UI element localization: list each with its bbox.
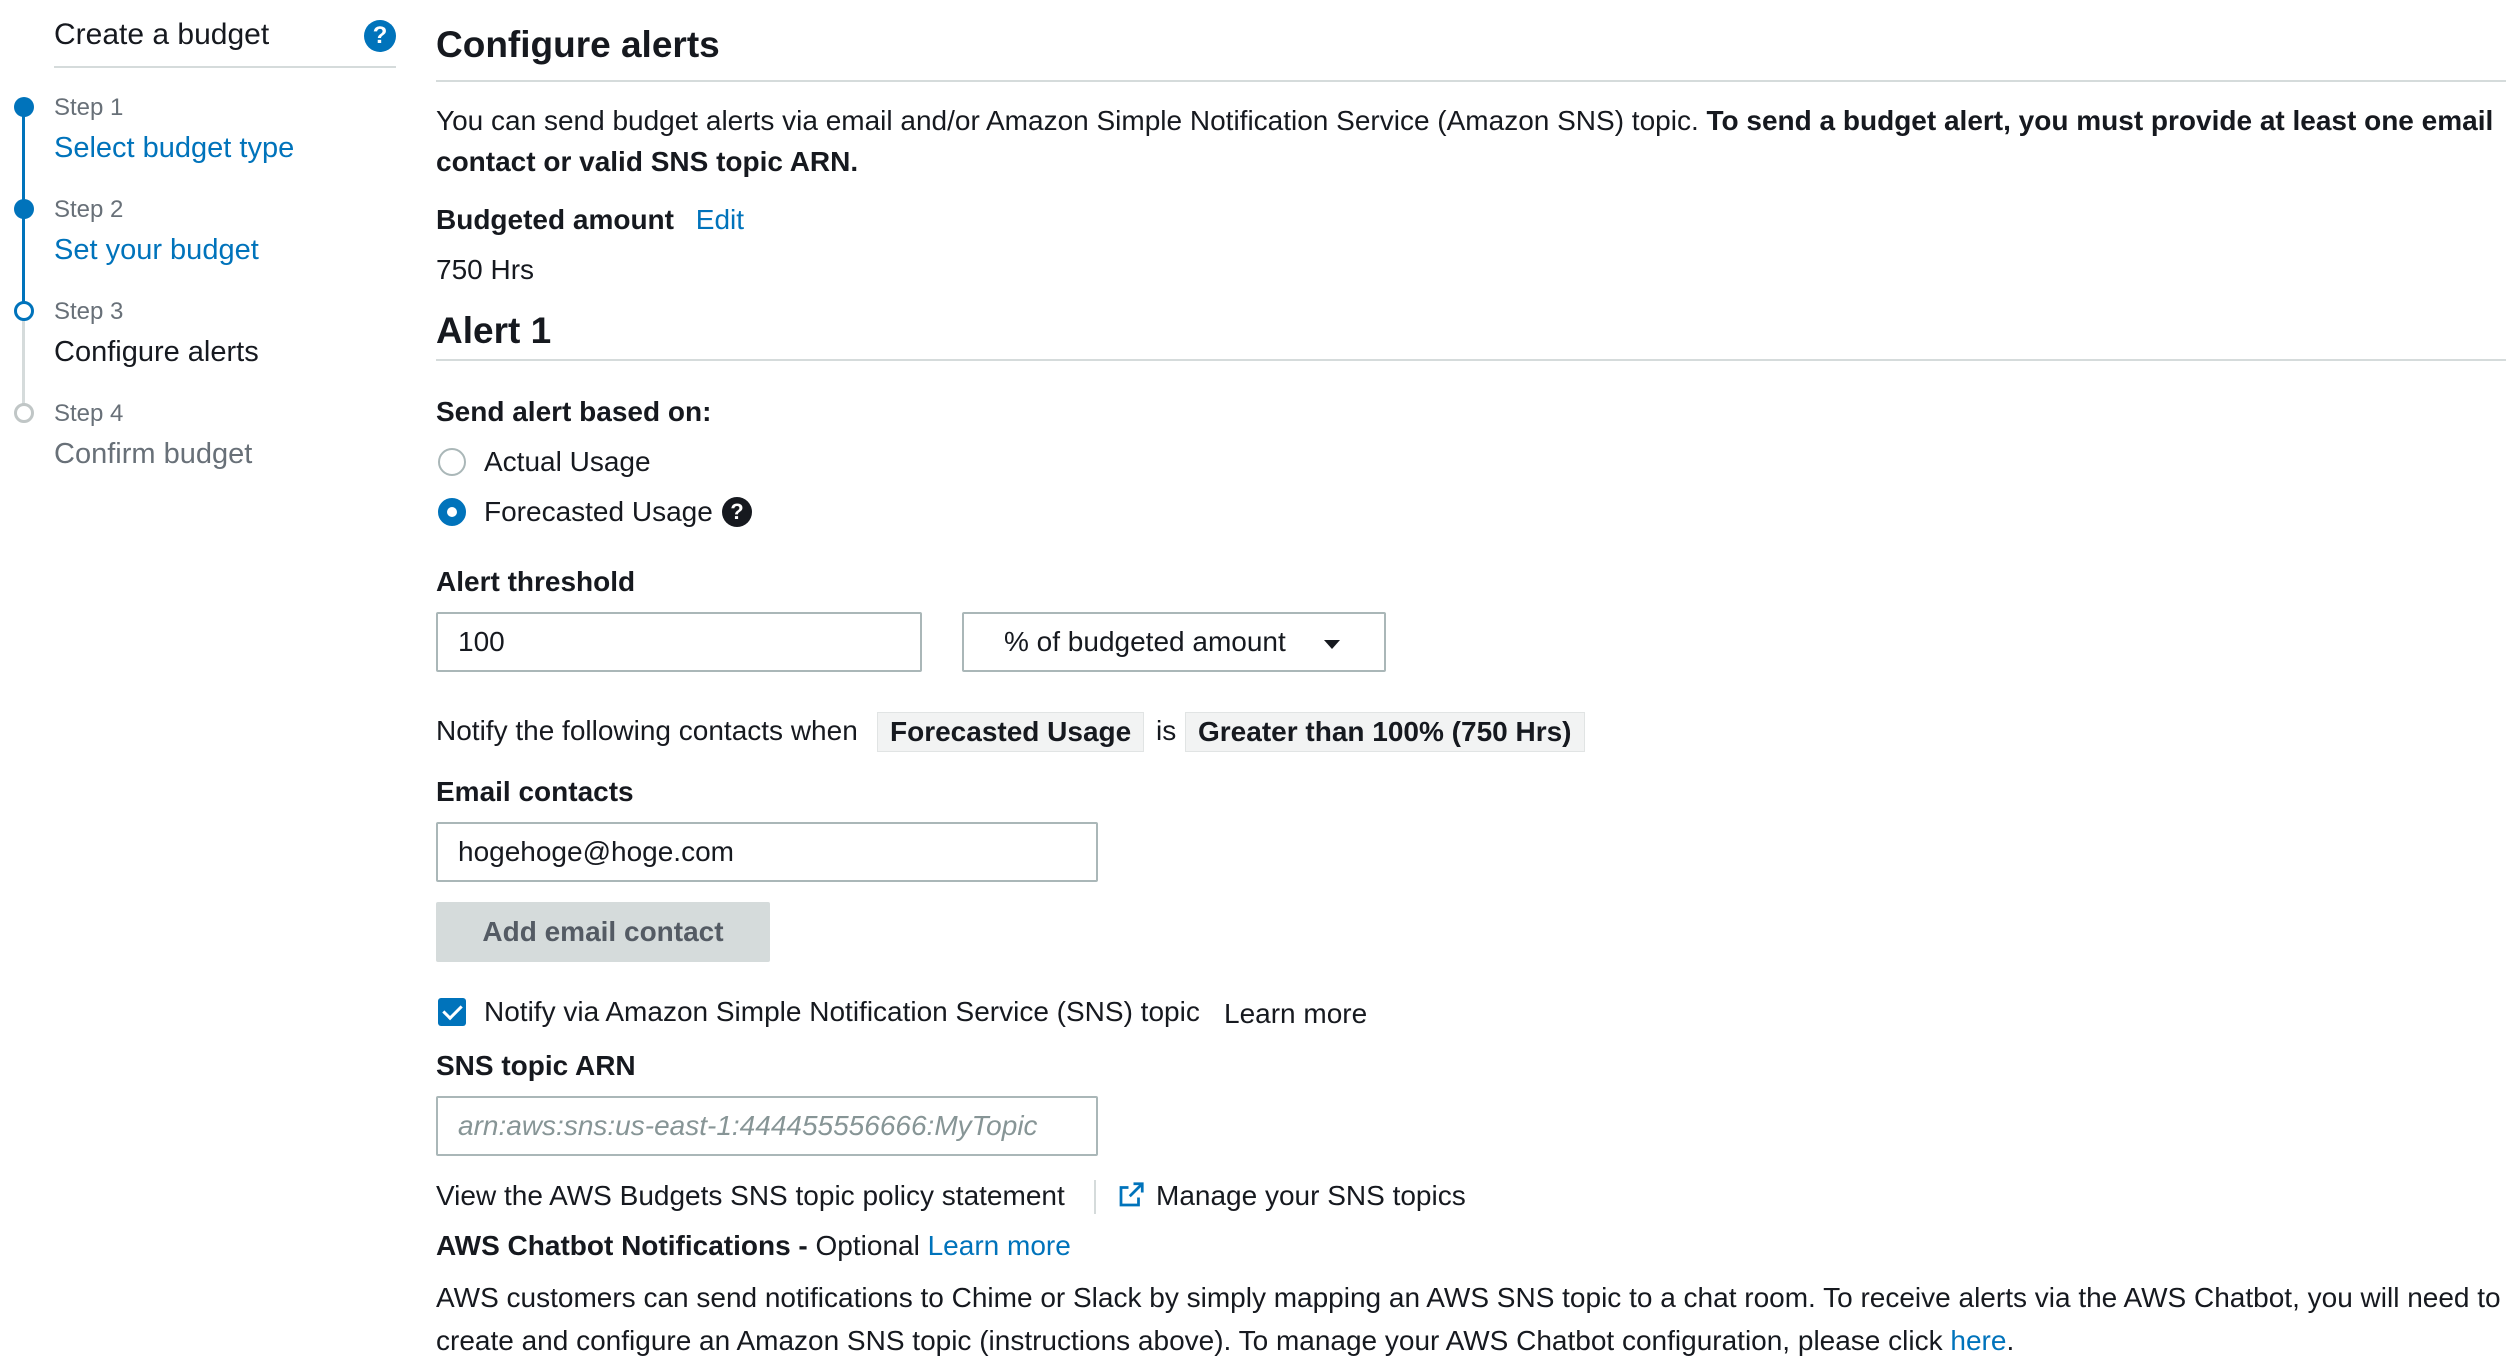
- sidebar-header: Create a budget ?: [54, 14, 396, 68]
- intro-text: You can send budget alerts via email and…: [436, 105, 1707, 136]
- alert-title: Alert 1: [436, 310, 552, 351]
- forecasted-usage-radio[interactable]: [438, 498, 466, 526]
- step-number: Step 2: [54, 196, 124, 223]
- step-label-configure-alerts: Configure alerts: [54, 336, 259, 368]
- actual-usage-radio[interactable]: [438, 448, 466, 476]
- step-label-confirm-budget: Confirm budget: [54, 438, 253, 470]
- intro-paragraph: You can send budget alerts via email and…: [436, 100, 2506, 182]
- step-number: Step 1: [54, 94, 124, 121]
- sns-checkbox-label[interactable]: Notify via Amazon Simple Notification Se…: [484, 996, 1200, 1028]
- step-2-dot: [14, 199, 34, 219]
- step-number: Step 3: [54, 298, 124, 325]
- actual-usage-label[interactable]: Actual Usage: [484, 446, 651, 478]
- timeline-pending-line: [22, 320, 25, 414]
- sidebar-title: Create a budget: [54, 18, 270, 51]
- step-link-set-your-budget[interactable]: Set your budget: [54, 234, 259, 267]
- step-3-dot: [14, 301, 34, 321]
- step-1-dot: [14, 97, 34, 117]
- sns-topic-arn-label: SNS topic ARN: [436, 1050, 636, 1081]
- budgeted-amount-value: 750 Hrs: [436, 254, 535, 285]
- alert-divider: [436, 359, 2506, 361]
- help-circle-icon[interactable]: ?: [364, 20, 396, 52]
- chatbot-period: .: [2006, 1325, 2015, 1356]
- condition-chip: Greater than 100% (750 Hrs): [1185, 712, 1585, 752]
- notify-prefix: Notify the following contacts when: [436, 715, 858, 746]
- threshold-input[interactable]: 100: [436, 612, 922, 672]
- metric-chip: Forecasted Usage: [877, 712, 1145, 752]
- sns-notify-checkbox[interactable]: [438, 998, 466, 1026]
- chatbot-description: AWS customers can send notifications to …: [436, 1276, 2506, 1362]
- title-divider: [436, 80, 2506, 82]
- edit-link[interactable]: Edit: [696, 204, 744, 235]
- threshold-unit-value: % of budgeted amount: [1004, 626, 1286, 657]
- budgeted-amount-label: Budgeted amount: [436, 204, 674, 235]
- sns-policy-statement-link[interactable]: View the AWS Budgets SNS topic policy st…: [436, 1180, 1065, 1212]
- question-help-icon[interactable]: ?: [722, 497, 752, 527]
- wizard-step-2: Step 2 Set your budget: [54, 196, 259, 267]
- alert-threshold-label: Alert threshold: [436, 566, 636, 597]
- budgeted-amount-row: Budgeted amount Edit: [436, 204, 744, 236]
- external-link-icon: [1119, 1182, 1144, 1207]
- sns-learn-more-link[interactable]: Learn more: [1224, 998, 1367, 1030]
- chatbot-text: AWS customers can send notifications to …: [436, 1282, 2501, 1356]
- chatbot-optional: Optional: [815, 1230, 920, 1261]
- threshold-unit-select[interactable]: % of budgeted amount: [962, 612, 1386, 672]
- chatbot-header: AWS Chatbot Notifications - Optional Lea…: [436, 1230, 1071, 1262]
- chatbot-label: AWS Chatbot Notifications -: [436, 1230, 816, 1261]
- link-separator: [1094, 1180, 1096, 1214]
- budget-wizard-page: Create a budget ? Step 1 Select budget t…: [0, 0, 2508, 1366]
- page-title: Configure alerts: [436, 24, 720, 65]
- email-input[interactable]: hogehoge@hoge.com: [436, 822, 1098, 882]
- notify-is: is: [1156, 715, 1177, 746]
- sns-topic-arn-input[interactable]: arn:aws:sns:us-east-1:444455556666:MyTop…: [436, 1096, 1098, 1156]
- forecasted-usage-label[interactable]: Forecasted Usage: [484, 496, 713, 528]
- add-email-contact-button[interactable]: Add email contact: [436, 902, 770, 962]
- chevron-down-icon: [1324, 640, 1340, 649]
- send-based-on-label: Send alert based on:: [436, 396, 712, 427]
- chatbot-here-link[interactable]: here: [1950, 1325, 2006, 1356]
- email-contacts-label: Email contacts: [436, 776, 634, 807]
- manage-sns-topics-link[interactable]: Manage your SNS topics: [1156, 1180, 1466, 1212]
- wizard-step-1: Step 1 Select budget type: [54, 94, 294, 165]
- wizard-step-3: Step 3 Configure alerts: [54, 298, 259, 369]
- step-link-select-budget-type[interactable]: Select budget type: [54, 132, 294, 165]
- step-number: Step 4: [54, 400, 124, 427]
- step-4-dot: [14, 403, 34, 423]
- chatbot-learn-more-link[interactable]: Learn more: [928, 1230, 1071, 1261]
- wizard-step-4: Step 4 Confirm budget: [54, 400, 252, 471]
- wizard-sidebar: Create a budget ? Step 1 Select budget t…: [0, 0, 400, 1366]
